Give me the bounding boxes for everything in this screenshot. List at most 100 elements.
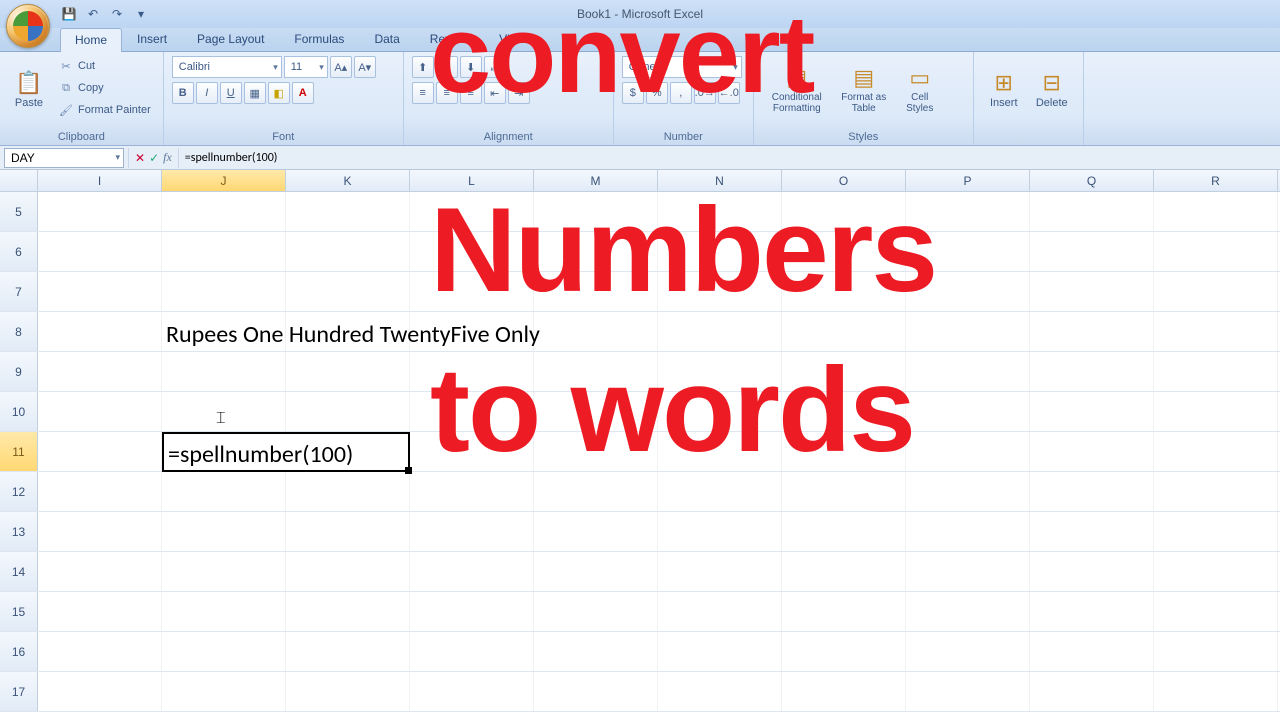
cell[interactable] [906,632,1030,671]
cell[interactable] [38,352,162,391]
formula-input[interactable] [179,148,1280,168]
qat-dropdown-icon[interactable]: ▾ [132,5,150,23]
cell[interactable] [1030,472,1154,511]
cell[interactable] [658,552,782,591]
tab-data[interactable]: Data [359,27,414,51]
fx-icon[interactable]: fx [163,150,172,165]
tab-home[interactable]: Home [60,28,122,52]
undo-icon[interactable]: ↶ [84,5,102,23]
cell[interactable] [286,192,410,231]
cell[interactable] [906,432,1030,471]
paste-button[interactable]: 📋 Paste [8,56,50,122]
italic-button[interactable]: I [196,82,218,104]
redo-icon[interactable]: ↷ [108,5,126,23]
cell[interactable] [1154,472,1278,511]
cell[interactable] [1154,672,1278,711]
fill-color-button[interactable]: ◧ [268,82,290,104]
cell[interactable] [410,632,534,671]
cell[interactable] [658,512,782,551]
cell[interactable] [534,672,658,711]
cell[interactable] [410,592,534,631]
cell[interactable] [38,312,162,351]
cell[interactable] [1030,552,1154,591]
row-header-6[interactable]: 6 [0,232,38,271]
cell[interactable] [286,552,410,591]
cell[interactable] [1154,512,1278,551]
font-size-select[interactable]: 11 [284,56,328,78]
cell[interactable] [1154,352,1278,391]
cancel-formula-icon[interactable]: ✕ [135,151,145,165]
active-cell-J11[interactable]: =spellnumber(100) [162,432,410,472]
cell[interactable] [1030,312,1154,351]
cell[interactable] [658,472,782,511]
tab-insert[interactable]: Insert [122,27,182,51]
cell[interactable] [286,512,410,551]
cell[interactable] [534,472,658,511]
format-as-table-button[interactable]: ▤Format as Table [836,56,892,122]
cell[interactable] [1154,592,1278,631]
cell[interactable] [162,672,286,711]
row-header-9[interactable]: 9 [0,352,38,391]
border-button[interactable]: ▦ [244,82,266,104]
cell[interactable] [658,672,782,711]
cell[interactable] [38,272,162,311]
cell[interactable] [1154,232,1278,271]
select-all-corner[interactable] [0,170,38,191]
delete-cells-button[interactable]: ⊟Delete [1030,56,1074,122]
cell[interactable] [906,592,1030,631]
cell[interactable] [534,632,658,671]
cell[interactable] [1154,272,1278,311]
copy-button[interactable]: ⧉Copy [54,78,155,98]
tab-formulas[interactable]: Formulas [279,27,359,51]
cell[interactable] [286,392,410,431]
cell[interactable] [162,272,286,311]
cell[interactable] [906,672,1030,711]
cell[interactable] [1154,632,1278,671]
cell[interactable] [1030,232,1154,271]
cell[interactable] [286,592,410,631]
enter-formula-icon[interactable]: ✓ [149,151,159,165]
cell[interactable] [1030,192,1154,231]
cell[interactable] [1030,672,1154,711]
tab-page-layout[interactable]: Page Layout [182,27,279,51]
cell[interactable] [1154,192,1278,231]
row-header-16[interactable]: 16 [0,632,38,671]
col-J[interactable]: J [162,170,286,191]
cell[interactable] [162,472,286,511]
name-box[interactable]: DAY [4,148,124,168]
cell[interactable] [782,672,906,711]
row-header-15[interactable]: 15 [0,592,38,631]
cell[interactable] [410,512,534,551]
cell[interactable] [410,472,534,511]
cell[interactable] [906,512,1030,551]
cell[interactable] [286,472,410,511]
cell[interactable] [38,672,162,711]
cell[interactable] [1030,272,1154,311]
cell[interactable] [906,312,1030,351]
cell[interactable] [534,592,658,631]
office-button[interactable] [6,4,50,48]
row-header-12[interactable]: 12 [0,472,38,511]
cell[interactable] [286,352,410,391]
cell[interactable] [534,512,658,551]
cell-styles-button[interactable]: ▭Cell Styles [896,56,944,122]
underline-button[interactable]: U [220,82,242,104]
cell[interactable] [38,232,162,271]
cell[interactable] [162,632,286,671]
row-header-14[interactable]: 14 [0,552,38,591]
cell[interactable] [410,672,534,711]
cell[interactable] [1154,392,1278,431]
cell[interactable] [1030,432,1154,471]
cell[interactable] [38,472,162,511]
row-header-11[interactable]: 11 [0,432,38,471]
col-Q[interactable]: Q [1030,170,1154,191]
cell[interactable] [38,512,162,551]
cell[interactable] [782,512,906,551]
cell[interactable] [782,632,906,671]
row-header-10[interactable]: 10 [0,392,38,431]
row-header-13[interactable]: 13 [0,512,38,551]
cell[interactable] [658,632,782,671]
cell[interactable] [906,552,1030,591]
font-color-button[interactable]: A [292,82,314,104]
fill-handle[interactable] [405,467,412,474]
